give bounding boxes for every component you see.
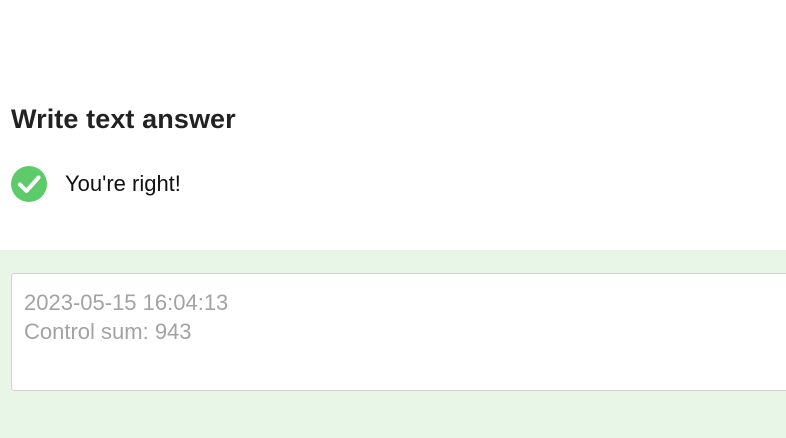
answer-section: 2023-05-15 16:04:13 Control sum: 943 [0,250,786,438]
answer-timestamp: 2023-05-15 16:04:13 [24,290,229,315]
result-message: You're right! [65,171,181,196]
page: Write text answer You're right! 2023-05-… [0,0,786,438]
answer-textarea[interactable]: 2023-05-15 16:04:13 Control sum: 943 [11,273,786,391]
question-title: Write text answer [11,104,236,134]
result-status: You're right! [11,166,181,202]
check-circle-icon [11,166,47,202]
answer-control-sum: Control sum: 943 [24,319,192,344]
